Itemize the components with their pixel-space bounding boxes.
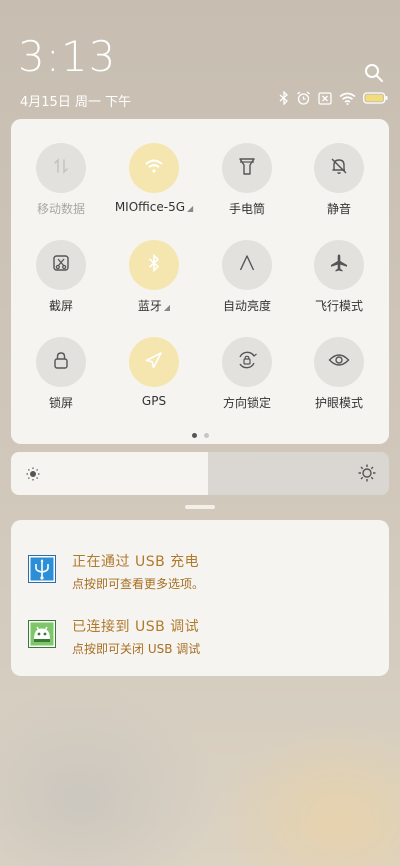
- tile-circle[interactable]: [222, 337, 272, 387]
- tile-label: 截屏: [48, 299, 73, 313]
- tile-label: GPS: [141, 394, 167, 408]
- mobile-data-icon: [52, 157, 70, 179]
- quick-settings-panel: 移动数据 MIOffice-5G ◢ 手电筒 静音 截屏 蓝牙 ◢ 自动亮度 飞…: [11, 119, 389, 444]
- bluetooth-icon: [148, 253, 160, 276]
- sim-disabled-icon: [318, 91, 332, 105]
- tile-circle[interactable]: [129, 143, 179, 193]
- tile-airplane-mode[interactable]: 飞行模式: [294, 240, 384, 314]
- tile-label: 方向锁定: [222, 396, 271, 410]
- rotation-lock-icon: [236, 349, 258, 375]
- tile-rotation-lock[interactable]: 方向锁定: [202, 337, 292, 411]
- tile-circle[interactable]: [314, 337, 364, 387]
- tile-circle[interactable]: [222, 240, 272, 290]
- tile-label: MIOffice-5G: [114, 200, 186, 214]
- tile-screenshot[interactable]: 截屏: [16, 240, 106, 314]
- wifi-icon: [339, 92, 356, 105]
- tile-label: 静音: [326, 202, 351, 216]
- airplane-icon: [329, 253, 349, 277]
- tile-eye-care[interactable]: 护眼模式: [294, 337, 384, 411]
- tile-circle[interactable]: [222, 143, 272, 193]
- bluetooth-icon: [279, 91, 289, 105]
- auto-brightness-icon: [238, 254, 256, 276]
- tile-auto-brightness[interactable]: 自动亮度: [202, 240, 292, 314]
- search-icon[interactable]: [364, 63, 384, 83]
- tile-label: 护眼模式: [314, 396, 363, 410]
- clock: 3:13: [18, 32, 117, 81]
- tile-label: 蓝牙: [137, 299, 162, 313]
- page-dot[interactable]: [203, 433, 209, 438]
- lock-icon: [52, 350, 70, 374]
- alarm-icon: [296, 91, 311, 105]
- battery-icon: [363, 92, 388, 104]
- tile-label: 飞行模式: [314, 299, 363, 313]
- tile-circle[interactable]: [314, 143, 364, 193]
- notification-title: 正在通过 USB 充电: [72, 554, 200, 570]
- status-icons: [279, 90, 388, 106]
- drag-handle[interactable]: [185, 505, 215, 509]
- notification-subtitle: 点按即可查看更多选项。: [72, 577, 205, 591]
- status-bar: 3:13 4月15日 周一 下午: [0, 0, 400, 115]
- brightness-fill[interactable]: [11, 452, 208, 495]
- tile-circle[interactable]: [129, 337, 179, 387]
- tile-circle[interactable]: [129, 240, 179, 290]
- usb-icon: [28, 555, 56, 583]
- flashlight-icon: [238, 156, 256, 180]
- page-indicator: [11, 433, 389, 438]
- tile-circle[interactable]: [36, 240, 86, 290]
- brightness-high-icon: [358, 464, 376, 486]
- eye-icon: [328, 352, 350, 372]
- android-icon: [28, 620, 56, 648]
- tile-lock-screen[interactable]: 锁屏: [16, 337, 106, 411]
- tile-mute[interactable]: 静音: [294, 143, 384, 217]
- notification-panel: 正在通过 USB 充电 点按即可查看更多选项。 已连接到 USB 调试 点按即可…: [11, 520, 389, 676]
- expand-caret-icon[interactable]: ◢: [187, 204, 193, 213]
- notification-title: 已连接到 USB 调试: [72, 619, 200, 635]
- gps-icon: [144, 350, 164, 374]
- brightness-slider[interactable]: [11, 452, 389, 495]
- tile-bluetooth[interactable]: 蓝牙 ◢: [109, 240, 199, 314]
- notification-usb-debugging[interactable]: 已连接到 USB 调试 点按即可关闭 USB 调试: [11, 610, 389, 670]
- expand-caret-icon[interactable]: ◢: [164, 303, 170, 312]
- tile-wifi[interactable]: MIOffice-5G ◢: [109, 143, 199, 214]
- tile-label: 锁屏: [48, 396, 73, 410]
- page-dot-active[interactable]: [191, 433, 197, 438]
- notification-subtitle: 点按即可关闭 USB 调试: [72, 642, 201, 656]
- tile-mobile-data[interactable]: 移动数据: [16, 143, 106, 217]
- tile-flashlight[interactable]: 手电筒: [202, 143, 292, 217]
- tile-gps[interactable]: GPS: [109, 337, 199, 408]
- wifi-icon: [144, 158, 164, 178]
- date: 4月15日 周一 下午: [20, 95, 132, 110]
- brightness-low-icon: [26, 466, 40, 485]
- tile-label: 自动亮度: [222, 299, 271, 313]
- screenshot-icon: [51, 253, 71, 277]
- tile-circle[interactable]: [36, 337, 86, 387]
- tile-label: 移动数据: [36, 202, 85, 216]
- tile-circle[interactable]: [314, 240, 364, 290]
- tile-circle[interactable]: [36, 143, 86, 193]
- notification-usb-charging[interactable]: 正在通过 USB 充电 点按即可查看更多选项。: [11, 545, 389, 605]
- tile-label: 手电筒: [228, 202, 265, 216]
- mute-bell-icon: [329, 156, 349, 180]
